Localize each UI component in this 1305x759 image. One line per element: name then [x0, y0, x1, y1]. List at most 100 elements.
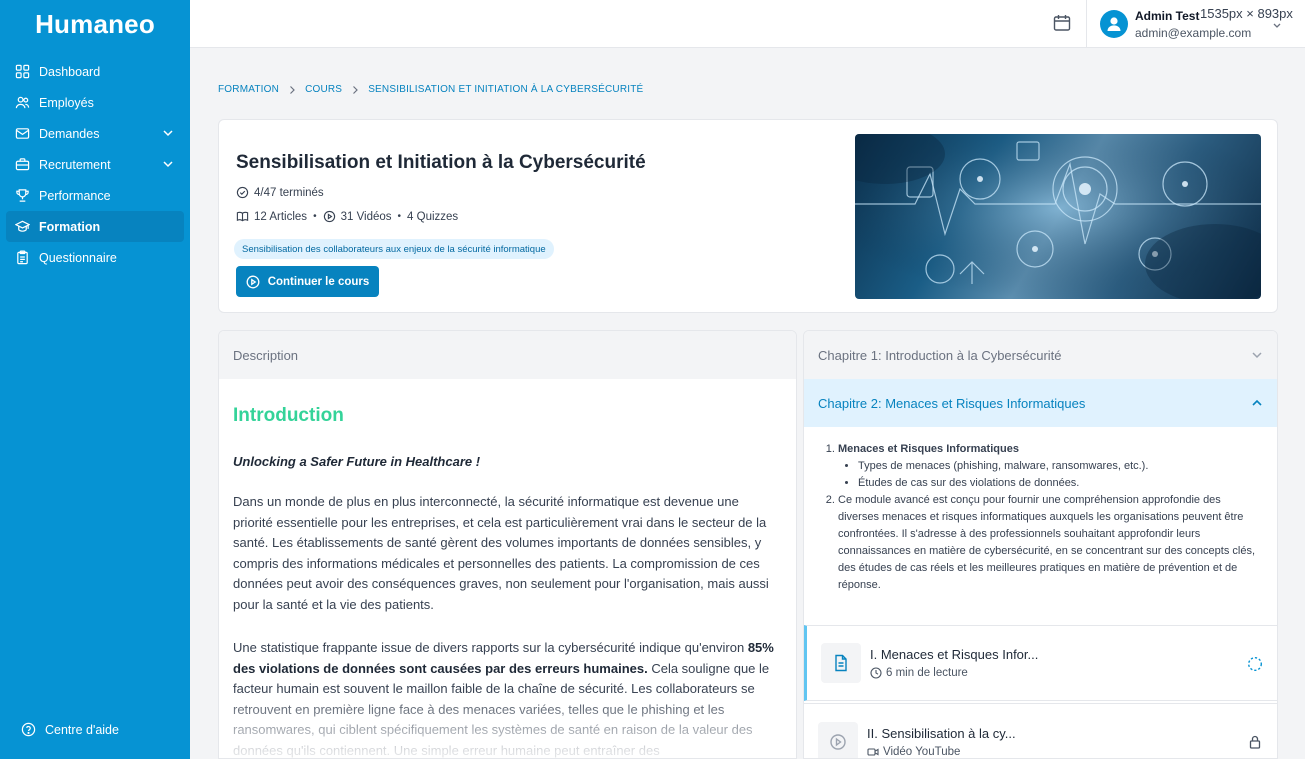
mail-icon — [14, 125, 31, 142]
briefcase-icon — [14, 156, 31, 173]
sidebar-item-questionnaire[interactable]: Questionnaire — [6, 242, 184, 273]
lock-icon — [1249, 735, 1261, 749]
course-cover-image — [855, 134, 1261, 299]
sidebar-item-recrutement[interactable]: Recrutement — [6, 149, 184, 180]
grid-icon — [14, 63, 31, 80]
lesson-info: II. Sensibilisation à la cy... Vidéo You… — [867, 726, 1016, 758]
clipboard-icon — [14, 249, 31, 266]
separator-dot: • — [313, 211, 317, 222]
sidebar-item-performance[interactable]: Performance — [6, 180, 184, 211]
sidebar-item-demandes[interactable]: Demandes — [6, 118, 184, 149]
avatar[interactable] — [1100, 10, 1128, 38]
video-icon — [867, 747, 879, 756]
play-circle-icon — [246, 275, 260, 288]
chapter-1-header[interactable]: Chapitre 1: Introduction à la Cybersécur… — [804, 331, 1277, 379]
document-icon — [835, 654, 847, 672]
user-icon — [1107, 17, 1121, 31]
lesson-meta-text: Vidéo YouTube — [883, 745, 961, 758]
sidebar: Humaneo Dashboard Employés Demandes Recr… — [0, 0, 190, 759]
videos-count: 31 Vidéos — [340, 210, 392, 223]
trophy-icon — [14, 187, 31, 204]
chapter-2-content: Menaces et Risques Informatiques Types d… — [804, 427, 1277, 623]
sidebar-item-employes[interactable]: Employés — [6, 87, 184, 118]
course-progress: 4/47 terminés — [236, 186, 324, 199]
lesson-info: I. Menaces et Risques Infor... 6 min de … — [870, 647, 1038, 679]
chevron-right-icon — [353, 85, 359, 94]
chapter-2-header[interactable]: Chapitre 2: Menaces et Risques Informati… — [804, 379, 1277, 427]
lesson-item[interactable]: I. Menaces et Risques Infor... 6 min de … — [804, 625, 1277, 701]
tab-description[interactable]: Description — [219, 331, 796, 379]
brand-logo[interactable]: Humaneo — [0, 0, 190, 48]
chevron-down-icon[interactable] — [1272, 20, 1282, 30]
articles-count: 12 Articles — [254, 210, 308, 223]
intro-paragraph-1: Dans un monde de plus en plus interconne… — [233, 494, 769, 612]
chevron-up-icon — [1252, 399, 1262, 406]
user-name: Admin Test — [1135, 9, 1200, 23]
help-icon — [20, 721, 37, 738]
breadcrumb-formation[interactable]: FORMATION — [218, 84, 279, 95]
sidebar-nav: Dashboard Employés Demandes Recrutement … — [0, 56, 190, 273]
users-icon — [14, 94, 31, 111]
description-panel: Description Introduction Unlocking a Saf… — [218, 330, 797, 759]
continue-course-label: Continuer le cours — [267, 275, 370, 288]
sidebar-item-formation[interactable]: Formation — [6, 211, 184, 242]
lesson-item[interactable]: II. Sensibilisation à la cy... Vidéo You… — [804, 703, 1277, 758]
sidebar-item-dashboard[interactable]: Dashboard — [6, 56, 184, 87]
course-header-card: Sensibilisation et Initiation à la Cyber… — [218, 119, 1278, 313]
paragraph-text: Une statistique frappante issue de diver… — [233, 640, 748, 655]
intro-heading: Introduction — [233, 405, 344, 426]
chapter-2-title: Chapitre 2: Menaces et Risques Informati… — [818, 395, 1086, 411]
help-label: Centre d'aide — [45, 722, 119, 737]
breadcrumb-cours[interactable]: COURS — [305, 84, 342, 95]
list-item: Ce module avancé est conçu pour fournir … — [838, 492, 1261, 594]
chevron-down-icon — [1252, 352, 1262, 359]
lesson-meta: 6 min de lecture — [870, 667, 1038, 679]
sidebar-item-label: Employés — [39, 95, 94, 110]
top-bar: Admin Test admin@example.com 1535px × 89… — [190, 0, 1305, 48]
content-fade — [219, 690, 796, 758]
sidebar-item-label: Questionnaire — [39, 250, 117, 265]
continue-course-button[interactable]: Continuer le cours — [236, 266, 379, 297]
divider — [1086, 0, 1087, 48]
calendar-icon[interactable] — [1052, 13, 1072, 33]
dimensions-overlay: 1535px × 893px — [1200, 6, 1293, 21]
chapter-1-title: Chapitre 1: Introduction à la Cybersécur… — [818, 347, 1062, 363]
description-content: Introduction Unlocking a Safer Future in… — [219, 379, 796, 758]
sidebar-item-label: Recrutement — [39, 157, 111, 172]
lesson-title: I. Menaces et Risques Infor... — [870, 647, 1039, 662]
chapter-topic: Menaces et Risques Informatiques — [838, 443, 1019, 455]
lesson-type-box — [818, 721, 858, 758]
list-item: Types de menaces (phishing, malware, ran… — [858, 458, 1261, 475]
in-progress-icon — [1247, 656, 1263, 672]
quizzes-count: 4 Quizzes — [407, 210, 459, 223]
sidebar-item-label: Performance — [39, 188, 111, 203]
play-icon — [830, 733, 846, 750]
sidebar-item-label: Demandes — [39, 126, 100, 141]
breadcrumb: FORMATION COURS SENSIBILISATION ET INITI… — [218, 84, 643, 95]
book-icon — [236, 210, 249, 223]
lesson-type-box — [821, 643, 861, 683]
list-item: Études de cas sur des violations de donn… — [858, 475, 1261, 492]
course-tag: Sensibilisation des collaborateurs aux e… — [234, 239, 554, 259]
course-title: Sensibilisation et Initiation à la Cyber… — [236, 152, 646, 173]
lesson-title: II. Sensibilisation à la cy... — [867, 725, 1016, 741]
graduation-cap-icon — [14, 218, 31, 235]
chevron-right-icon — [290, 85, 295, 94]
sidebar-item-label: Dashboard — [39, 64, 101, 79]
lesson-meta-text: 6 min de lecture — [886, 667, 968, 679]
cybersecurity-illustration — [855, 134, 1261, 299]
chevron-down-icon — [163, 130, 173, 137]
lesson-meta: Vidéo YouTube — [867, 746, 1016, 758]
course-stats: 12 Articles • 31 Vidéos • 4 Quizzes — [236, 210, 458, 223]
play-circle-icon — [323, 210, 336, 223]
separator-dot: • — [397, 211, 402, 222]
chapters-panel: Chapitre 1: Introduction à la Cybersécur… — [803, 330, 1278, 759]
progress-text: 4/47 terminés — [254, 186, 324, 199]
sidebar-item-label: Formation — [39, 219, 101, 234]
help-center-link[interactable]: Centre d'aide — [12, 714, 178, 745]
intro-quote: Unlocking a Safer Future in Healthcare ! — [233, 454, 481, 469]
clock-icon — [870, 667, 882, 679]
breadcrumb-current: SENSIBILISATION ET INITIATION À LA CYBER… — [368, 84, 644, 95]
user-email: admin@example.com — [1135, 26, 1252, 40]
list-item: Menaces et Risques Informatiques Types d… — [838, 441, 1261, 492]
